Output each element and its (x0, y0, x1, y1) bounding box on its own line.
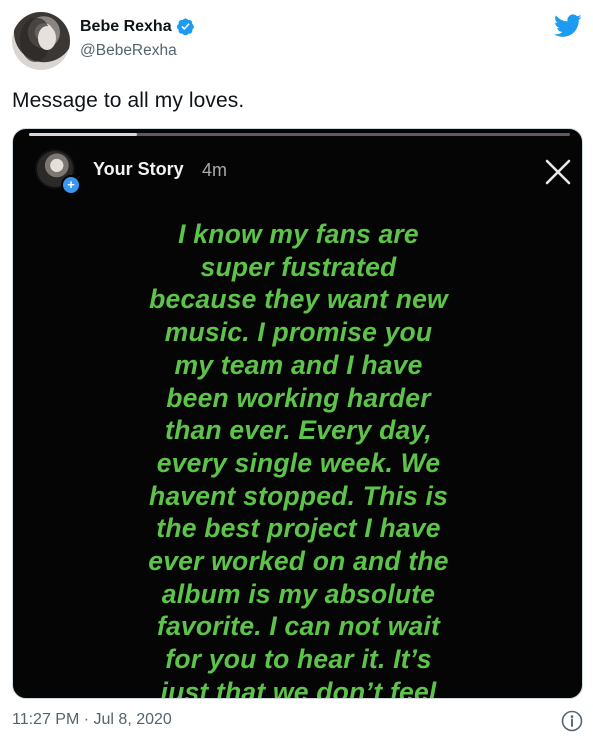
story-line: I know my fans are (178, 219, 419, 249)
story-line: music. I promise you (164, 317, 433, 348)
story-age: 4m (202, 160, 228, 180)
story-line: for you to hear it. It’s (165, 644, 432, 675)
story-line: album is my absolute (161, 578, 436, 609)
story-progress-fill (29, 133, 138, 136)
author-avatar[interactable] (12, 12, 70, 70)
tweet-timestamp[interactable]: 11:27 PM · Jul 8, 2020 (12, 711, 172, 729)
story-line: than ever. Every day, (165, 415, 432, 446)
story-line: been working harder (166, 382, 431, 413)
story-line: super fustrated (200, 251, 397, 282)
story-line: just that we don’t feel (160, 676, 437, 699)
twitter-bird-icon[interactable] (554, 14, 582, 38)
story-line: my team and I have (174, 349, 423, 380)
tweet-text: Message to all my loves. (12, 89, 245, 112)
story-image[interactable]: + Your Story 4m I know my fans are super… (12, 128, 583, 699)
author-handle[interactable]: @BebeRexha (80, 42, 177, 60)
story-user-label: Your Story (93, 159, 184, 179)
author-name-row: Bebe Rexha (80, 17, 195, 36)
story-line: ever worked on and the (148, 546, 449, 577)
story-line: havent stopped. This is (148, 480, 449, 511)
display-name[interactable]: Bebe Rexha (80, 18, 172, 36)
verified-badge-icon (176, 17, 195, 36)
close-icon (544, 158, 572, 186)
story-message: I know my fans are super fustrated becau… (13, 218, 582, 699)
story-line: every single week. We (156, 447, 441, 478)
story-line: because they want new (149, 284, 448, 315)
add-story-icon: + (61, 175, 81, 195)
avatar-face (38, 26, 56, 50)
story-line: favorite. I can not wait (156, 611, 441, 642)
story-progress-bar (29, 133, 570, 136)
story-line: the best project I have (156, 513, 441, 544)
info-icon[interactable] (561, 710, 583, 732)
